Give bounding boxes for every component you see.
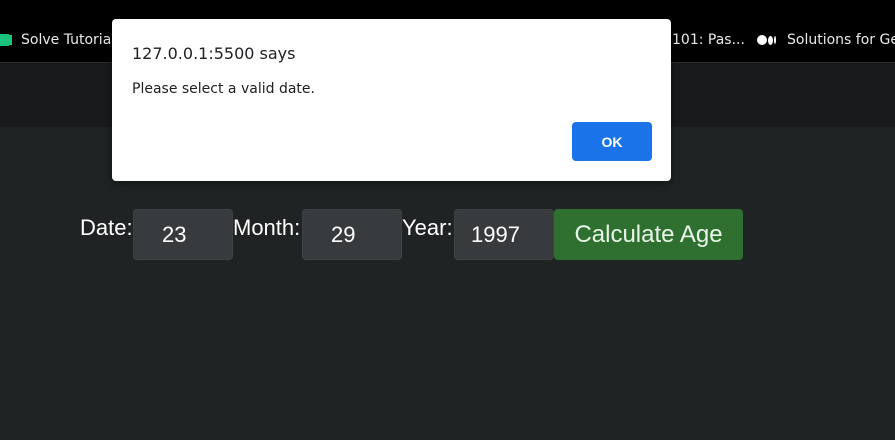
dialog-title: 127.0.0.1:5500 says (132, 44, 296, 63)
date-label: Date: (80, 215, 133, 240)
bookmark-solutions[interactable]: Solutions for Gee (757, 32, 895, 48)
date-input[interactable]: 23 (133, 209, 233, 260)
year-label: Year: (402, 215, 453, 240)
bookmark-101[interactable]: 101: Pas... (672, 32, 745, 48)
bookmark-solve-tutorials[interactable]: Solve Tutorials (0, 32, 122, 48)
alert-dialog: 127.0.0.1:5500 says Please select a vali… (112, 19, 671, 181)
green-bar-icon (0, 34, 9, 46)
month-label: Month: (233, 215, 301, 240)
bookmark-label: Solve Tutorials (21, 32, 123, 48)
bookmark-label: 101: Pas... (672, 32, 745, 48)
calculate-age-button[interactable]: Calculate Age (554, 209, 743, 260)
year-input[interactable]: 1997 (454, 209, 554, 260)
ok-button[interactable]: OK (572, 122, 652, 161)
medium-logo-icon (757, 35, 776, 45)
dialog-message: Please select a valid date. (132, 81, 315, 97)
month-input[interactable]: 29 (302, 209, 402, 260)
bookmark-label: Solutions for Gee (787, 32, 895, 48)
